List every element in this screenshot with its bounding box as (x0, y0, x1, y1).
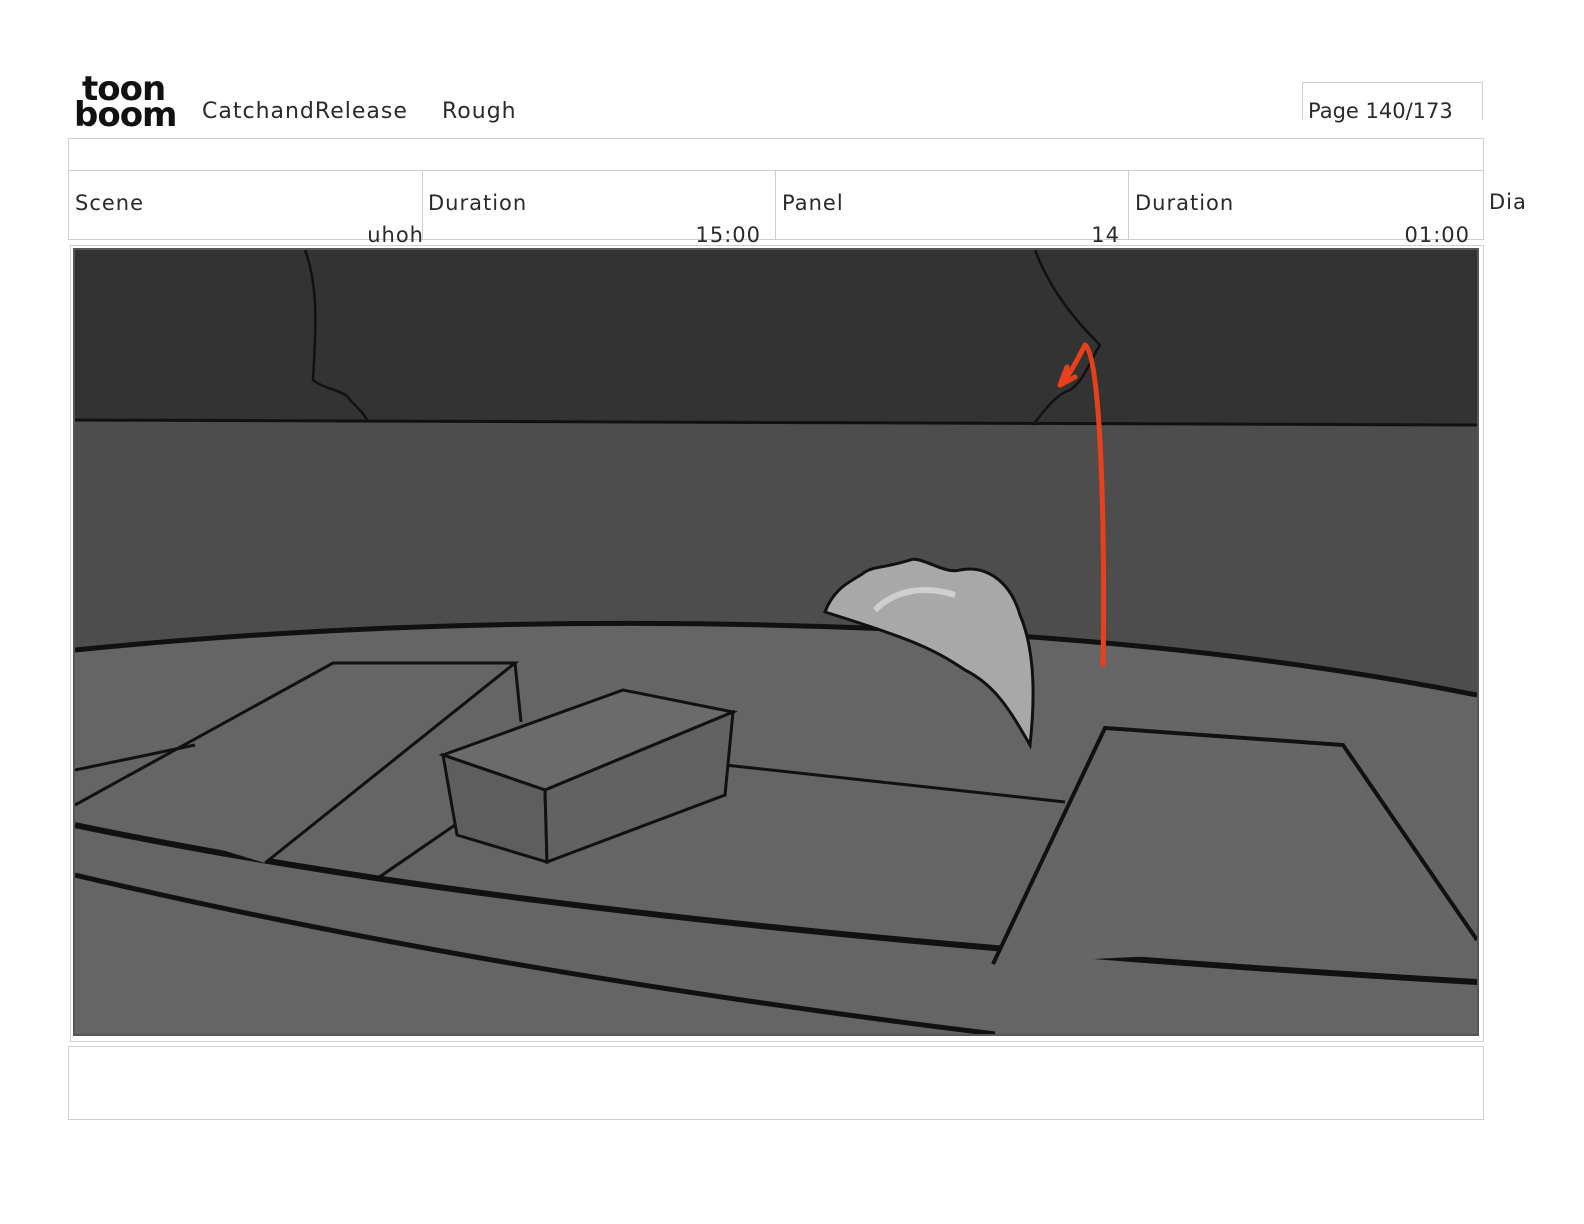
panel-duration-label: Duration (1135, 191, 1235, 215)
scene-duration-field: Duration 15:00 (422, 171, 776, 247)
panel-info-row: Scene uhoh Duration 15:00 Panel 14 Durat… (68, 170, 1484, 247)
sky-area (75, 250, 1477, 425)
logo-line-bottom: boom (74, 95, 177, 135)
storyboard-panel (73, 248, 1479, 1037)
scene-value: uhoh (367, 223, 424, 247)
scene-duration-value: 15:00 (695, 223, 761, 247)
scene-label: Scene (75, 191, 145, 215)
panel-drawing (74, 249, 1479, 1037)
scene-field: Scene uhoh (69, 171, 423, 247)
toonboom-logo: toon boom (74, 72, 180, 132)
dialogue-label: Dia (1489, 190, 1527, 214)
scene-duration-label: Duration (428, 191, 528, 215)
panel-duration-value: 01:00 (1404, 223, 1470, 247)
caption-box (68, 1046, 1484, 1120)
panel-value: 14 (1091, 223, 1120, 247)
header-rule-box (68, 138, 1484, 171)
panel-duration-field: Duration 01:00 (1129, 171, 1482, 247)
page-number: Page 140/173 (1308, 99, 1453, 123)
stage-label: Rough (442, 99, 517, 124)
panel-field: Panel 14 (776, 171, 1129, 247)
project-name: CatchandRelease (202, 99, 408, 124)
panel-label: Panel (782, 191, 844, 215)
